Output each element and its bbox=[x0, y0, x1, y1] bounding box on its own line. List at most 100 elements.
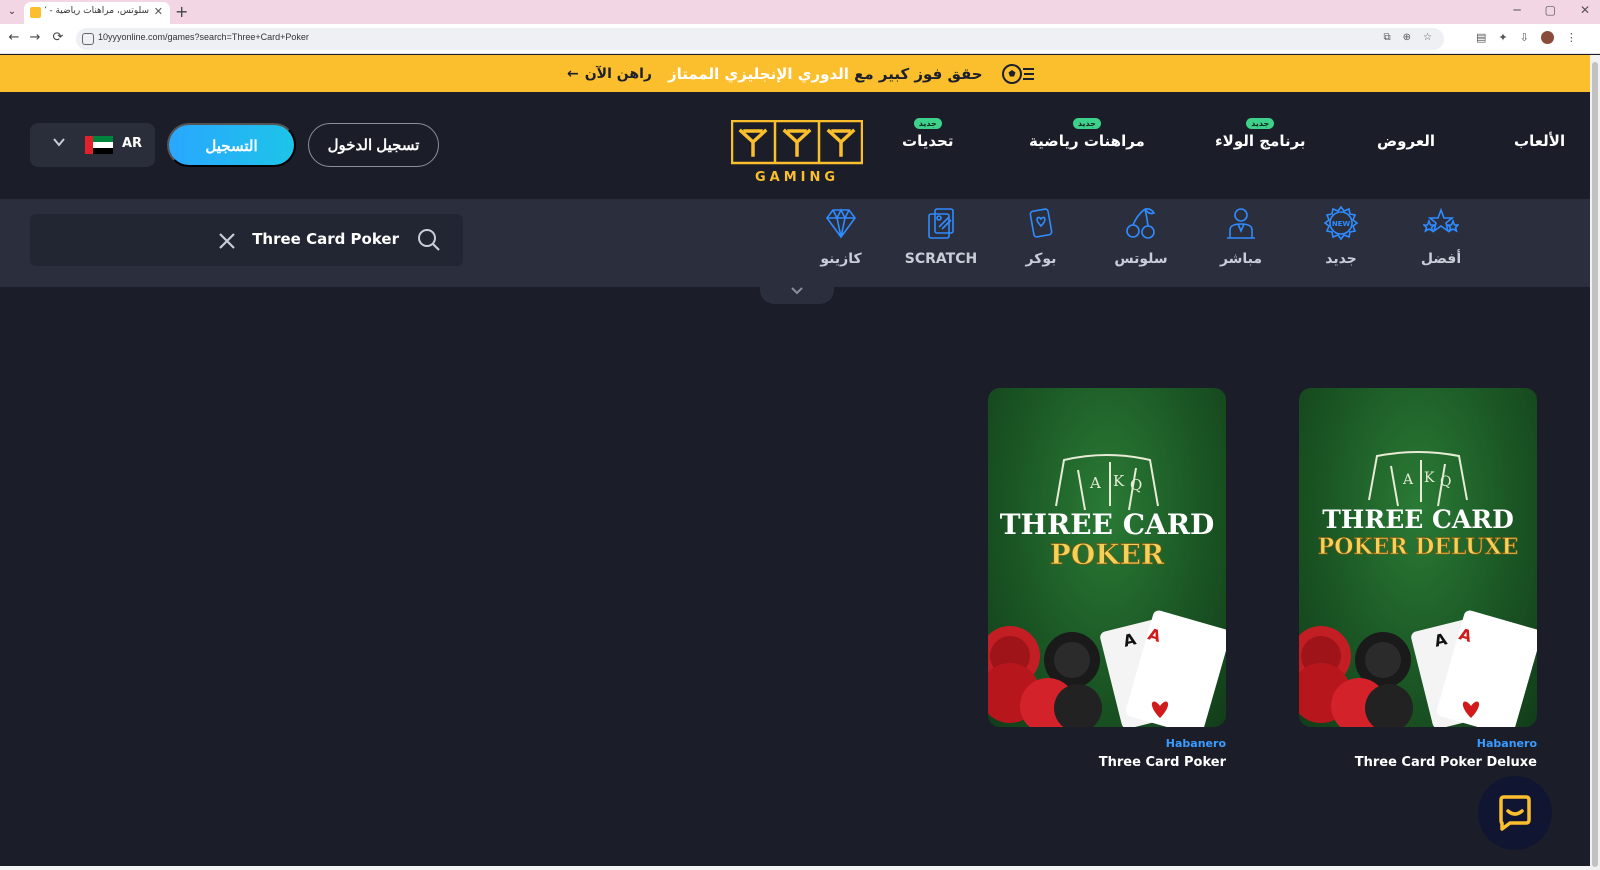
register-button[interactable]: التسجيل bbox=[167, 123, 296, 167]
svg-text:A: A bbox=[1402, 472, 1414, 488]
svg-text:K: K bbox=[1424, 470, 1435, 486]
tab-close-icon[interactable]: ✕ bbox=[154, 5, 163, 18]
game-card[interactable]: A K Q THREE CARD POKER DELUXE A A Habane… bbox=[1299, 388, 1537, 770]
site-header: الألعاب العروض جديد برنامج الولاء جديد م… bbox=[0, 92, 1590, 199]
expand-categories-toggle[interactable] bbox=[760, 282, 834, 304]
poker-card-icon bbox=[1029, 208, 1053, 238]
reload-icon[interactable]: ⟳ bbox=[50, 30, 66, 45]
promo-headline: حقق فوز كبير مع الدوري الإنجليزي الممتاز bbox=[668, 65, 983, 83]
chevron-down-icon bbox=[791, 287, 803, 295]
search-icon[interactable] bbox=[417, 228, 441, 252]
category-new[interactable]: NEW جديد bbox=[1301, 205, 1381, 267]
game-card[interactable]: A K Q THREE CARD POKER A A Habanero Thre… bbox=[988, 388, 1226, 770]
nav-promotions-label: العروض bbox=[1377, 132, 1436, 150]
install-app-icon[interactable]: ⧉ bbox=[1384, 32, 1391, 43]
new-badge: جديد bbox=[1072, 118, 1101, 129]
scratch-icon bbox=[928, 208, 954, 239]
window-close-icon[interactable]: ✕ bbox=[1580, 3, 1590, 17]
bet-now-label: راهن الآن bbox=[584, 65, 652, 82]
nav-sports-label: مراهنات رياضية bbox=[1029, 132, 1145, 150]
game-provider[interactable]: Habanero bbox=[1299, 737, 1537, 750]
minimize-icon[interactable]: ─ bbox=[1513, 3, 1520, 17]
logo-text: GAMING bbox=[755, 170, 839, 185]
category-casino[interactable]: كازينو bbox=[801, 205, 881, 267]
live-dealer-icon bbox=[1227, 208, 1255, 239]
nav-games[interactable]: الألعاب bbox=[1514, 132, 1565, 150]
nav-loyalty-label: برنامج الولاء bbox=[1215, 132, 1306, 150]
back-arrow-icon[interactable]: ← bbox=[6, 30, 22, 45]
category-scratch[interactable]: SCRATCH bbox=[901, 205, 981, 267]
reading-list-icon[interactable]: ▤ bbox=[1476, 31, 1486, 44]
url-text[interactable]: 10yyyonline.com/games?search=Three+Card+… bbox=[98, 32, 309, 42]
chat-bubble-icon bbox=[1499, 795, 1531, 831]
downloads-icon[interactable]: ⇩ bbox=[1520, 31, 1529, 44]
profile-avatar[interactable] bbox=[1540, 31, 1554, 44]
search-input[interactable]: Three Card Poker bbox=[252, 230, 399, 248]
game-thumbnail[interactable]: A K Q THREE CARD POKER A A bbox=[988, 388, 1226, 727]
tab-search-icon[interactable]: ⌄ bbox=[4, 4, 20, 20]
nav-sports-betting[interactable]: جديد مراهنات رياضية bbox=[1029, 118, 1145, 150]
svg-text:K: K bbox=[1113, 472, 1125, 490]
maximize-icon[interactable]: ▢ bbox=[1545, 3, 1556, 17]
nav-games-label: الألعاب bbox=[1514, 132, 1566, 150]
category-casino-label: كازينو bbox=[820, 251, 862, 267]
svg-text:Q: Q bbox=[1130, 476, 1142, 494]
browser-tab-active[interactable]: سلوتس، مراهنات رياضية - YYY™ ✕ bbox=[24, 2, 170, 24]
stars-icon bbox=[1423, 207, 1459, 233]
nav-challenges-label: تحديات bbox=[902, 132, 954, 150]
nav-challenges[interactable]: جديد تحديات bbox=[902, 118, 954, 150]
art-title-line2: POKER DELUXE bbox=[1318, 534, 1519, 560]
forward-arrow-icon[interactable]: → bbox=[27, 30, 43, 45]
scrollbar-thumb[interactable] bbox=[1592, 62, 1598, 867]
nav-loyalty[interactable]: جديد برنامج الولاء bbox=[1215, 118, 1306, 150]
page-bottom-edge bbox=[0, 866, 1590, 870]
browser-menu-icon[interactable]: ⋮ bbox=[1566, 31, 1577, 44]
svg-text:A: A bbox=[1089, 474, 1101, 492]
yyy-gaming-logo[interactable]: GAMING bbox=[731, 120, 863, 186]
category-live-label: مباشر bbox=[1219, 251, 1263, 267]
chevron-down-icon bbox=[53, 138, 65, 147]
game-title[interactable]: Three Card Poker Deluxe bbox=[1299, 755, 1537, 770]
category-bar: Three Card Poker أفضل NEW جديد مباشر سلو… bbox=[0, 199, 1590, 287]
window-controls: ─ ▢ ✕ bbox=[1513, 3, 1590, 17]
tab-title: سلوتس، مراهنات رياضية - YYY™ bbox=[45, 6, 149, 16]
browser-tabstrip: ⌄ سلوتس، مراهنات رياضية - YYY™ ✕ + ─ ▢ ✕ bbox=[0, 0, 1600, 24]
toolbar-actions: ▤ ✦ ⇩ ⋮ bbox=[1476, 31, 1577, 44]
category-best-label: أفضل bbox=[1420, 251, 1462, 267]
art-title-line2: POKER bbox=[1050, 538, 1165, 571]
site-favicon-icon bbox=[30, 7, 41, 18]
new-tab-button[interactable]: + bbox=[175, 2, 188, 22]
uae-flag-icon bbox=[85, 136, 113, 154]
arrow-left-icon: ← bbox=[567, 65, 579, 82]
zoom-icon[interactable]: ⊕ bbox=[1403, 32, 1411, 43]
category-live[interactable]: مباشر bbox=[1201, 205, 1281, 267]
game-title[interactable]: Three Card Poker bbox=[988, 755, 1226, 770]
category-poker[interactable]: بوكر bbox=[1001, 205, 1081, 267]
new-badge: جديد bbox=[913, 118, 942, 129]
clear-search-icon[interactable] bbox=[218, 232, 236, 250]
category-best[interactable]: أفضل bbox=[1401, 205, 1481, 267]
category-poker-label: بوكر bbox=[1025, 251, 1057, 267]
cherry-icon bbox=[1126, 208, 1156, 239]
search-box[interactable]: Three Card Poker bbox=[30, 214, 463, 266]
nav-promotions[interactable]: العروض bbox=[1377, 132, 1435, 150]
category-slots[interactable]: سلوتس bbox=[1101, 205, 1181, 267]
bet-now-link[interactable]: راهن الآن ← bbox=[567, 66, 652, 82]
extensions-icon[interactable]: ✦ bbox=[1498, 31, 1507, 44]
live-chat-button[interactable] bbox=[1478, 776, 1552, 850]
address-bar[interactable]: 10yyyonline.com/games?search=Three+Card+… bbox=[76, 28, 1444, 50]
site-info-icon[interactable] bbox=[82, 33, 94, 45]
three-card-poker-deluxe-artwork: A K Q THREE CARD POKER DELUXE A A bbox=[1299, 451, 1537, 727]
bookmark-star-icon[interactable]: ☆ bbox=[1423, 32, 1432, 43]
game-thumbnail[interactable]: A K Q THREE CARD POKER DELUXE A A bbox=[1299, 388, 1537, 727]
game-provider[interactable]: Habanero bbox=[988, 737, 1226, 750]
promo-text-lead: حقق فوز كبير مع bbox=[848, 64, 983, 83]
category-slots-label: سلوتس bbox=[1114, 251, 1168, 267]
browser-toolbar: ← → ⟳ 10yyyonline.com/games?search=Three… bbox=[0, 24, 1600, 54]
art-title-line1: THREE CARD bbox=[1322, 505, 1514, 534]
promo-banner[interactable]: حقق فوز كبير مع الدوري الإنجليزي الممتاز… bbox=[0, 55, 1590, 92]
language-selector[interactable]: AR bbox=[30, 123, 155, 167]
promo-text-highlight: الدوري الإنجليزي الممتاز bbox=[667, 64, 849, 83]
diamond-icon bbox=[826, 208, 856, 239]
login-button[interactable]: تسجيل الدخول bbox=[308, 123, 439, 167]
